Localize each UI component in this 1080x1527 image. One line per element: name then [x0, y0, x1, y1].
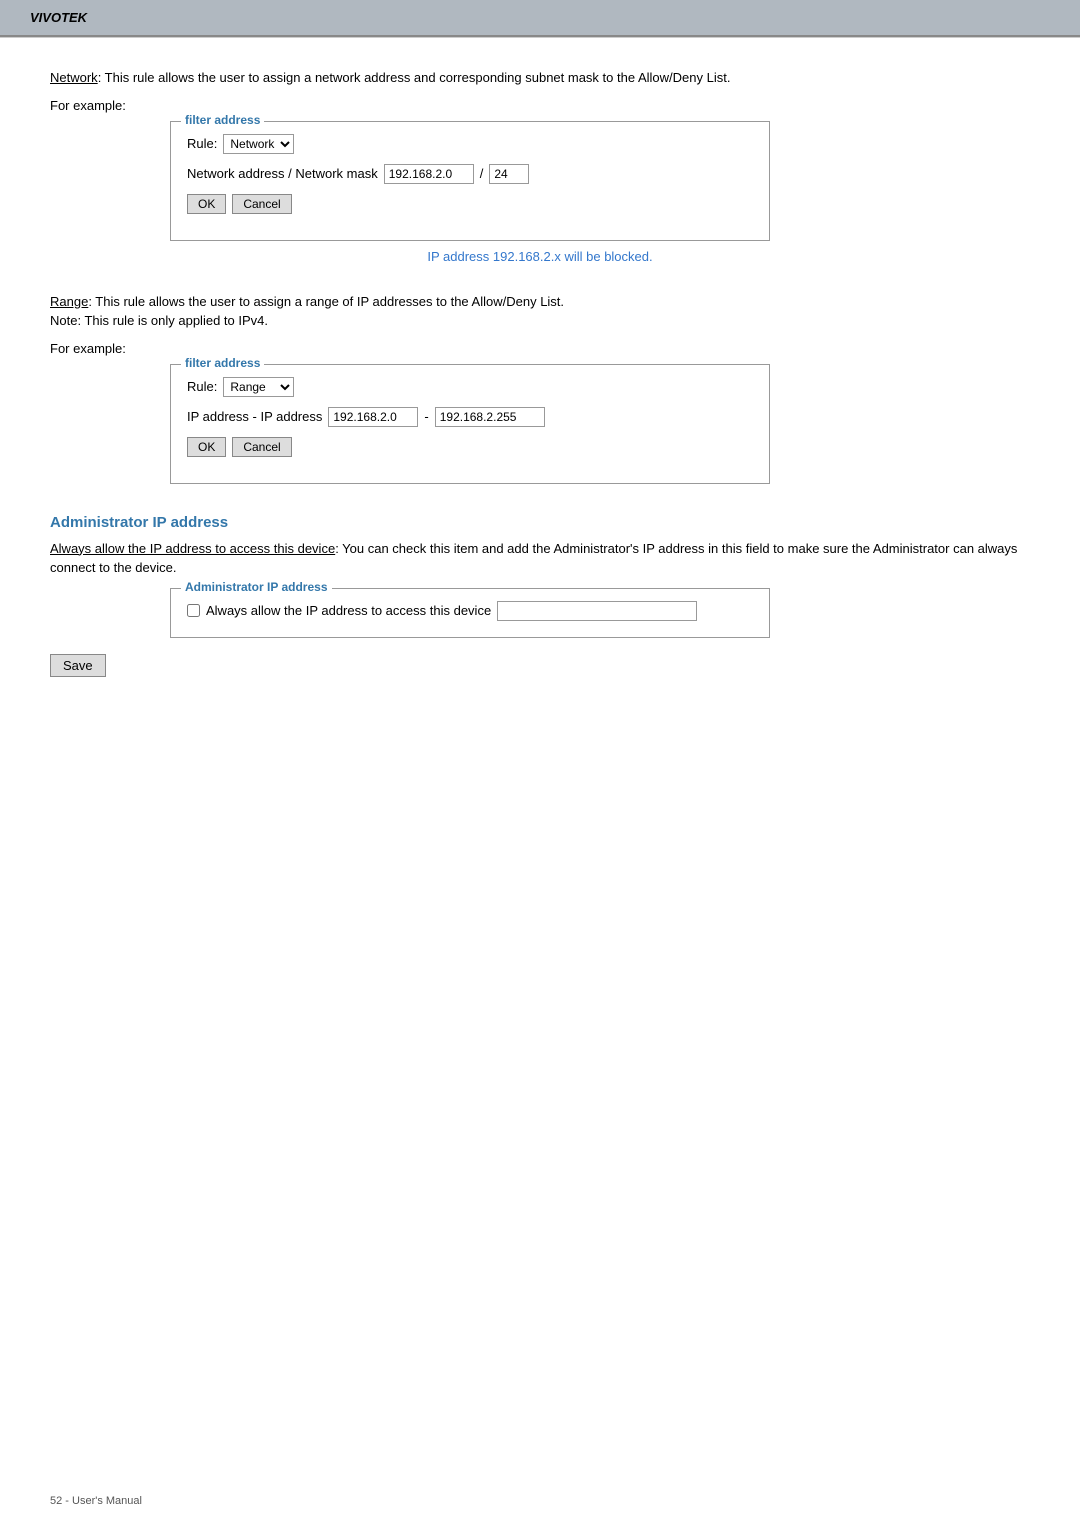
admin-allow-checkbox[interactable] [187, 604, 200, 617]
brand-logo: VIVOTEK [30, 10, 87, 25]
range-rule-label: Rule: [187, 379, 217, 394]
admin-checkbox-label: Always allow the IP address to access th… [206, 603, 491, 618]
admin-checkbox-row: Always allow the IP address to access th… [187, 601, 753, 621]
network-mask-label: Network address / Network mask [187, 166, 378, 181]
admin-box-title: Administrator IP address [181, 580, 332, 594]
range-ip-start-input[interactable] [328, 407, 418, 427]
range-ip-label: IP address - IP address [187, 409, 322, 424]
network-filter-title: filter address [181, 113, 264, 127]
network-rule-row: Rule: Network Range Single [187, 134, 753, 154]
range-rule-select[interactable]: Range Network Single [223, 377, 294, 397]
range-filter-title: filter address [181, 356, 264, 370]
network-rule-label: Rule: [187, 136, 217, 151]
network-filter-box: filter address Rule: Network Range Singl… [170, 121, 770, 241]
network-buttons-row: OK Cancel [187, 194, 753, 214]
network-ok-button[interactable]: OK [187, 194, 226, 214]
range-filter-box: filter address Rule: Range Network Singl… [170, 364, 770, 484]
network-mask-row: Network address / Network mask / [187, 164, 753, 184]
main-content: Network: This rule allows the user to as… [0, 38, 1080, 727]
network-ip-input[interactable] [384, 164, 474, 184]
admin-ip-box: Administrator IP address Always allow th… [170, 588, 770, 638]
range-ip-row: IP address - IP address - [187, 407, 753, 427]
range-rule-row: Rule: Range Network Single [187, 377, 753, 397]
network-intro-text: : This rule allows the user to assign a … [98, 70, 731, 85]
range-ok-button[interactable]: OK [187, 437, 226, 457]
network-rule-select[interactable]: Network Range Single [223, 134, 294, 154]
range-link: Range [50, 294, 88, 309]
network-cancel-button[interactable]: Cancel [232, 194, 291, 214]
range-for-example: For example: [50, 341, 1030, 356]
admin-ip-input[interactable] [497, 601, 697, 621]
page-wrapper: VIVOTEK Network: This rule allows the us… [0, 0, 1080, 1527]
admin-link: Always allow the IP address to access th… [50, 541, 335, 556]
network-intro-paragraph: Network: This rule allows the user to as… [50, 68, 1030, 88]
range-ip-end-input[interactable] [435, 407, 545, 427]
range-dash: - [424, 409, 428, 424]
admin-section-title: Administrator IP address [50, 514, 1030, 531]
range-intro-text: : This rule allows the user to assign a … [88, 294, 564, 309]
network-ip-note: IP address 192.168.2.x will be blocked. [50, 249, 1030, 264]
range-buttons-row: OK Cancel [187, 437, 753, 457]
range-cancel-button[interactable]: Cancel [232, 437, 291, 457]
admin-intro-paragraph: Always allow the IP address to access th… [50, 539, 1030, 578]
mask-slash: / [480, 166, 484, 181]
range-intro-paragraph: Range: This rule allows the user to assi… [50, 292, 1030, 331]
range-note-text: Note: This rule is only applied to IPv4. [50, 313, 268, 328]
header: VIVOTEK [0, 0, 1080, 37]
network-mask-input[interactable] [489, 164, 529, 184]
network-link: Network [50, 70, 98, 85]
footer-text: 52 - User's Manual [50, 1495, 142, 1507]
save-button[interactable]: Save [50, 654, 106, 677]
network-for-example: For example: [50, 98, 1030, 113]
